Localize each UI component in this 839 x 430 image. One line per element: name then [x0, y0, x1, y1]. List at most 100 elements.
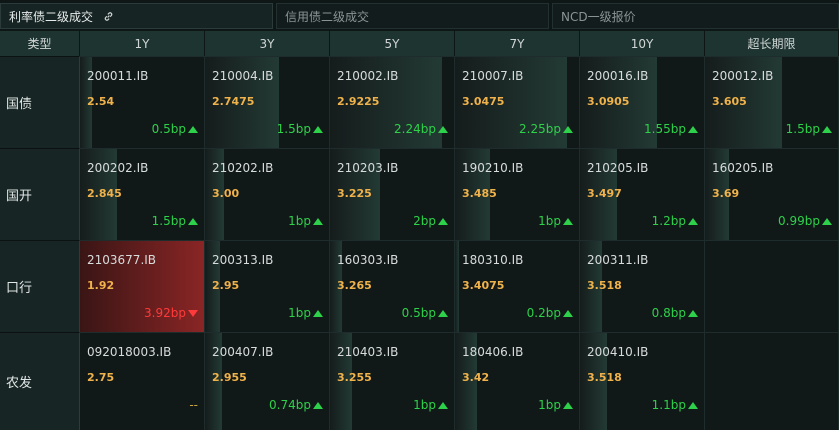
- rate-change: 1.5bp: [277, 122, 323, 136]
- empty-cell: [705, 332, 839, 430]
- rate-change: 1bp: [288, 306, 323, 320]
- bond-rate: 2.54: [87, 95, 115, 108]
- arrow-up-icon: [438, 217, 448, 225]
- rate-change: 0.5bp: [152, 122, 198, 136]
- bond-rate: 3.69: [712, 187, 740, 200]
- bond-cell[interactable]: 200012.IB 3.605 1.5bp: [705, 56, 839, 148]
- bond-code: 2103677.IB: [87, 253, 157, 267]
- bond-cell[interactable]: 180406.IB 3.42 1bp: [455, 332, 580, 430]
- arrow-up-icon: [688, 125, 698, 133]
- bond-rate: 3.00: [212, 187, 240, 200]
- bond-cell[interactable]: 200016.IB 3.0905 1.55bp: [580, 56, 705, 148]
- bond-code: 092018003.IB: [87, 345, 172, 359]
- bond-rate: 3.265: [337, 279, 372, 292]
- bond-code: 160303.IB: [337, 253, 399, 267]
- bond-cell[interactable]: 200410.IB 3.518 1.1bp: [580, 332, 705, 430]
- bond-rate: 2.845: [87, 187, 122, 200]
- rate-change-value: 1bp: [288, 214, 311, 228]
- rate-change-value: 1bp: [538, 398, 561, 412]
- rate-change-value: 0.8bp: [651, 306, 686, 320]
- bond-code: 210203.IB: [337, 161, 399, 175]
- bond-cell[interactable]: 2103677.IB 1.92 3.92bp: [80, 240, 205, 332]
- rate-change-value: 0.74bp: [269, 398, 311, 412]
- bond-cell[interactable]: 160303.IB 3.265 0.5bp: [330, 240, 455, 332]
- rate-change: 1bp: [538, 214, 573, 228]
- arrow-up-icon: [438, 401, 448, 409]
- bond-code: 210205.IB: [587, 161, 649, 175]
- bond-cell[interactable]: 210205.IB 3.497 1.2bp: [580, 148, 705, 240]
- bond-rate: 3.4075: [462, 279, 505, 292]
- tab-label: 利率债二级成交: [9, 10, 94, 24]
- bond-code: 210007.IB: [462, 69, 524, 83]
- rate-change-value: 1bp: [538, 214, 561, 228]
- bond-cell[interactable]: 210203.IB 3.225 2bp: [330, 148, 455, 240]
- arrow-up-icon: [313, 125, 323, 133]
- rate-change: 0.2bp: [527, 306, 573, 320]
- rate-change-value: 1bp: [413, 398, 436, 412]
- bond-rate: 3.518: [587, 371, 622, 384]
- bond-cell[interactable]: 210403.IB 3.255 1bp: [330, 332, 455, 430]
- arrow-up-icon: [313, 217, 323, 225]
- bond-cell[interactable]: 210002.IB 2.9225 2.24bp: [330, 56, 455, 148]
- bond-code: 210202.IB: [212, 161, 274, 175]
- arrow-up-icon: [688, 401, 698, 409]
- rate-change: 1.55bp: [644, 122, 698, 136]
- tab-label: 信用债二级成交: [285, 10, 370, 24]
- bond-cell[interactable]: 190210.IB 3.485 1bp: [455, 148, 580, 240]
- rate-change: 3.92bp: [144, 306, 198, 320]
- bond-cell[interactable]: 092018003.IB 2.75 --: [80, 332, 205, 430]
- rate-change-value: 1bp: [288, 306, 311, 320]
- rate-change-value: 2.25bp: [519, 122, 561, 136]
- rate-change: 1bp: [288, 214, 323, 228]
- bond-code: 210403.IB: [337, 345, 399, 359]
- bond-cell[interactable]: 210007.IB 3.0475 2.25bp: [455, 56, 580, 148]
- bond-code: 180310.IB: [462, 253, 524, 267]
- bond-cell[interactable]: 200011.IB 2.54 0.5bp: [80, 56, 205, 148]
- tab-credit-bond-trades[interactable]: 信用债二级成交: [276, 3, 549, 29]
- empty-cell: [705, 240, 839, 332]
- bond-code: 190210.IB: [462, 161, 524, 175]
- bond-cell[interactable]: 200311.IB 3.518 0.8bp: [580, 240, 705, 332]
- bond-code: 200410.IB: [587, 345, 649, 359]
- bond-rate: 3.605: [712, 95, 747, 108]
- bond-rate: 2.7475: [212, 95, 255, 108]
- bond-cell[interactable]: 180310.IB 3.4075 0.2bp: [455, 240, 580, 332]
- bond-code: 160205.IB: [712, 161, 774, 175]
- tab-label: NCD一级报价: [561, 10, 636, 24]
- bond-cell[interactable]: 210004.IB 2.7475 1.5bp: [205, 56, 330, 148]
- bond-rate: 3.485: [462, 187, 497, 200]
- arrow-up-icon: [313, 309, 323, 317]
- rate-change-value: 1.5bp: [151, 214, 186, 228]
- rate-change-value: 1.5bp: [276, 122, 311, 136]
- rate-change: 1.5bp: [786, 122, 832, 136]
- rate-change-value: 1.55bp: [644, 122, 686, 136]
- rate-change-value: 0.2bp: [526, 306, 561, 320]
- arrow-up-icon: [822, 217, 832, 225]
- link-icon[interactable]: [103, 5, 114, 31]
- arrow-up-icon: [438, 125, 448, 133]
- arrow-down-icon: [188, 309, 198, 317]
- rate-change: 0.5bp: [402, 306, 448, 320]
- bond-rate: 2.75: [87, 371, 115, 384]
- bond-code: 210002.IB: [337, 69, 399, 83]
- arrow-up-icon: [688, 217, 698, 225]
- tab-ncd-primary-quotes[interactable]: NCD一级报价: [552, 3, 839, 29]
- bond-cell[interactable]: 200313.IB 2.95 1bp: [205, 240, 330, 332]
- bond-cell[interactable]: 200202.IB 2.845 1.5bp: [80, 148, 205, 240]
- bond-rate: 2.95: [212, 279, 240, 292]
- tab-rate-bond-trades[interactable]: 利率债二级成交: [0, 3, 273, 29]
- rate-change: --: [189, 398, 198, 412]
- rate-change-value: 0.99bp: [778, 214, 820, 228]
- bond-code: 200407.IB: [212, 345, 274, 359]
- bond-code: 210004.IB: [212, 69, 274, 83]
- bond-code: 200011.IB: [87, 69, 149, 83]
- bond-rate: 2.9225: [337, 95, 380, 108]
- bond-cell[interactable]: 200407.IB 2.955 0.74bp: [205, 332, 330, 430]
- bond-rate: 3.0905: [587, 95, 630, 108]
- bond-cell[interactable]: 160205.IB 3.69 0.99bp: [705, 148, 839, 240]
- column-header-type: 类型: [0, 31, 80, 56]
- bond-rate: 3.497: [587, 187, 622, 200]
- bond-cell[interactable]: 210202.IB 3.00 1bp: [205, 148, 330, 240]
- rate-change: 1bp: [538, 398, 573, 412]
- rate-change: 2bp: [413, 214, 448, 228]
